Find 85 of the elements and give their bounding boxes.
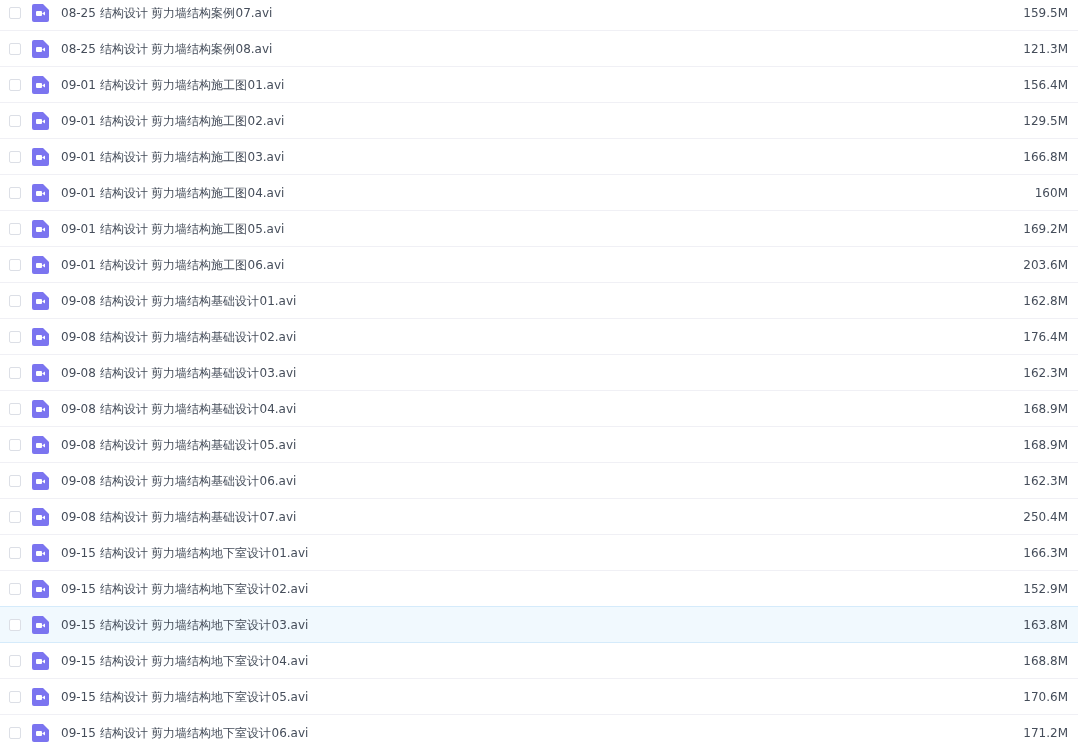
video-file-icon xyxy=(32,111,49,130)
video-file-icon xyxy=(32,39,49,58)
checkbox[interactable] xyxy=(9,690,21,703)
video-file-icon xyxy=(32,291,49,310)
checkbox[interactable] xyxy=(9,474,21,487)
checkbox[interactable] xyxy=(9,150,21,163)
file-size: 163.8M xyxy=(1023,616,1068,634)
file-name[interactable]: 09-15 结构设计 剪力墙结构地下室设计06.avi xyxy=(61,723,1024,742)
checkbox[interactable] xyxy=(9,114,21,127)
file-size: 250.4M xyxy=(1023,508,1068,526)
file-name[interactable]: 09-15 结构设计 剪力墙结构地下室设计03.avi xyxy=(61,615,1024,634)
file-size: 166.8M xyxy=(1023,148,1068,166)
file-size: 168.9M xyxy=(1023,436,1068,454)
checkbox[interactable] xyxy=(9,618,21,631)
file-name[interactable]: 09-08 结构设计 剪力墙结构基础设计01.avi xyxy=(61,291,1024,310)
file-name[interactable]: 09-08 结构设计 剪力墙结构基础设计03.avi xyxy=(61,363,1024,382)
checkbox[interactable] xyxy=(9,582,21,595)
checkbox[interactable] xyxy=(9,42,21,55)
file-size: 156.4M xyxy=(1023,76,1068,94)
video-file-icon xyxy=(32,615,49,634)
file-name[interactable]: 09-08 结构设计 剪力墙结构基础设计02.avi xyxy=(61,327,1024,346)
checkbox[interactable] xyxy=(9,546,21,559)
file-name[interactable]: 08-25 结构设计 剪力墙结构案例08.avi xyxy=(61,39,1024,58)
file-size: 152.9M xyxy=(1023,580,1068,598)
video-file-icon xyxy=(32,147,49,166)
video-file-icon xyxy=(32,183,49,202)
video-file-icon xyxy=(32,255,49,274)
video-file-icon xyxy=(32,327,49,346)
video-file-icon xyxy=(32,219,49,238)
video-file-icon xyxy=(32,579,49,598)
video-file-icon xyxy=(32,3,49,22)
file-name[interactable]: 09-01 结构设计 剪力墙结构施工图06.avi xyxy=(61,255,1024,274)
checkbox[interactable] xyxy=(9,402,21,415)
file-name[interactable]: 09-08 结构设计 剪力墙结构基础设计06.avi xyxy=(61,471,1024,490)
file-name[interactable]: 09-08 结构设计 剪力墙结构基础设计04.avi xyxy=(61,399,1024,418)
file-name[interactable]: 09-15 结构设计 剪力墙结构地下室设计02.avi xyxy=(61,579,1024,598)
file-size: 176.4M xyxy=(1023,328,1068,346)
file-name[interactable]: 09-01 结构设计 剪力墙结构施工图02.avi xyxy=(61,111,1024,130)
file-size: 160M xyxy=(1034,184,1068,202)
file-name[interactable]: 09-15 结构设计 剪力墙结构地下室设计04.avi xyxy=(61,651,1024,670)
file-name[interactable]: 09-15 结构设计 剪力墙结构地下室设计05.avi xyxy=(61,687,1024,706)
checkbox[interactable] xyxy=(9,258,21,271)
file-size: 169.2M xyxy=(1023,220,1068,238)
file-name[interactable]: 09-01 结构设计 剪力墙结构施工图03.avi xyxy=(61,147,1024,166)
video-file-icon xyxy=(32,687,49,706)
checkbox[interactable] xyxy=(9,438,21,451)
checkbox[interactable] xyxy=(9,510,21,523)
file-size: 162.3M xyxy=(1023,364,1068,382)
file-size: 170.6M xyxy=(1023,688,1068,706)
file-name[interactable]: 09-08 结构设计 剪力墙结构基础设计07.avi xyxy=(61,507,1024,526)
checkbox[interactable] xyxy=(9,654,21,667)
file-size: 121.3M xyxy=(1023,40,1068,58)
file-size: 159.5M xyxy=(1023,4,1068,22)
checkbox[interactable] xyxy=(9,222,21,235)
file-row[interactable]: 09-15 结构设计 剪力墙结构地下室设计03.avi 163.8M xyxy=(0,606,1078,643)
file-size: 162.8M xyxy=(1023,292,1068,310)
video-file-icon xyxy=(32,471,49,490)
video-file-icon xyxy=(32,651,49,670)
file-name[interactable]: 08-25 结构设计 剪力墙结构案例07.avi xyxy=(61,3,1024,22)
file-size: 129.5M xyxy=(1023,112,1068,130)
checkbox[interactable] xyxy=(9,186,21,199)
file-size: 168.8M xyxy=(1023,652,1068,670)
file-name[interactable]: 09-01 结构设计 剪力墙结构施工图05.avi xyxy=(61,219,1024,238)
video-file-icon xyxy=(32,435,49,454)
video-file-icon xyxy=(32,363,49,382)
file-name[interactable]: 09-01 结构设计 剪力墙结构施工图04.avi xyxy=(61,183,1035,202)
file-size: 162.3M xyxy=(1023,472,1068,490)
file-size: 166.3M xyxy=(1023,544,1068,562)
file-size: 171.2M xyxy=(1023,724,1068,742)
file-name[interactable]: 09-08 结构设计 剪力墙结构基础设计05.avi xyxy=(61,435,1024,454)
checkbox[interactable] xyxy=(9,366,21,379)
checkbox[interactable] xyxy=(9,294,21,307)
video-file-icon xyxy=(32,723,49,742)
file-size: 203.6M xyxy=(1023,256,1068,274)
video-file-icon xyxy=(32,75,49,94)
file-name[interactable]: 09-15 结构设计 剪力墙结构地下室设计01.avi xyxy=(61,543,1024,562)
video-file-icon xyxy=(32,507,49,526)
checkbox[interactable] xyxy=(9,330,21,343)
checkbox[interactable] xyxy=(9,726,21,739)
checkbox[interactable] xyxy=(9,6,21,19)
checkbox[interactable] xyxy=(9,78,21,91)
video-file-icon xyxy=(32,399,49,418)
file-name[interactable]: 09-01 结构设计 剪力墙结构施工图01.avi xyxy=(61,75,1024,94)
file-size: 168.9M xyxy=(1023,400,1068,418)
video-file-icon xyxy=(32,543,49,562)
